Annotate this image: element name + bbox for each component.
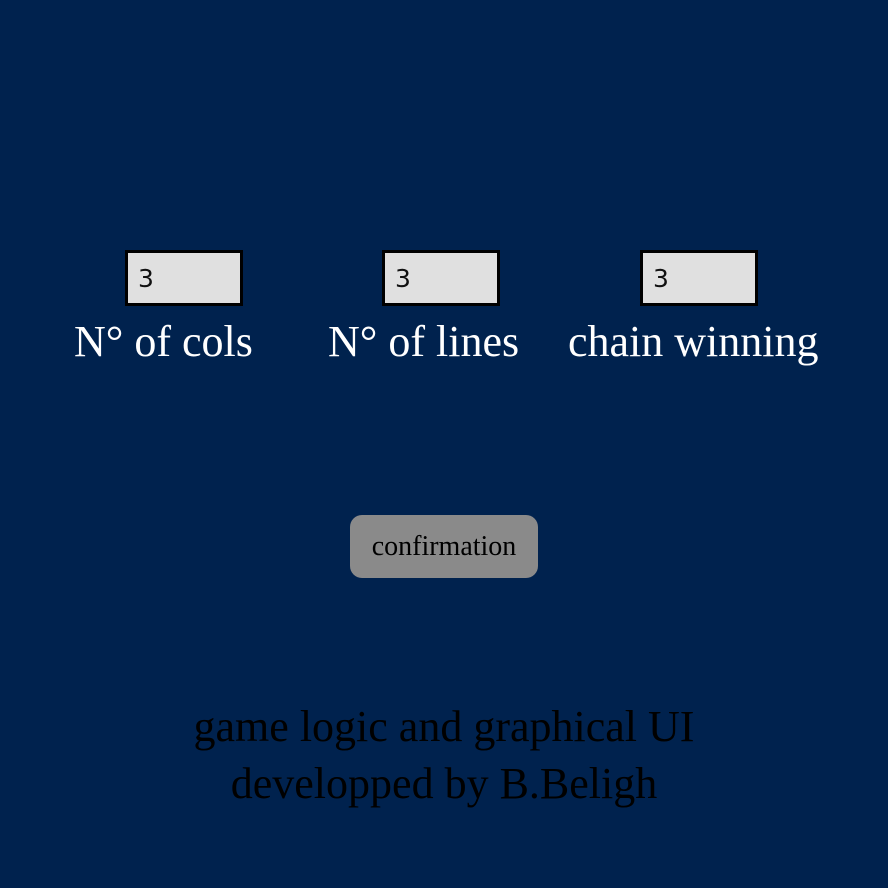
chain-winning-label: chain winning (568, 317, 819, 366)
credits-line-2: developped by B.Beligh (230, 759, 658, 808)
cols-label: N° of cols (74, 317, 253, 366)
lines-label: N° of lines (328, 317, 520, 366)
chain-winning-input[interactable] (640, 250, 758, 306)
credits: game logic and graphical UI developped b… (0, 698, 888, 812)
credits-line-1: game logic and graphical UI (193, 702, 695, 751)
lines-input[interactable] (382, 250, 500, 306)
game-settings-screen: N° of cols N° of lines chain winning con… (0, 0, 888, 888)
confirmation-button[interactable]: confirmation (350, 515, 538, 578)
cols-input[interactable] (125, 250, 243, 306)
